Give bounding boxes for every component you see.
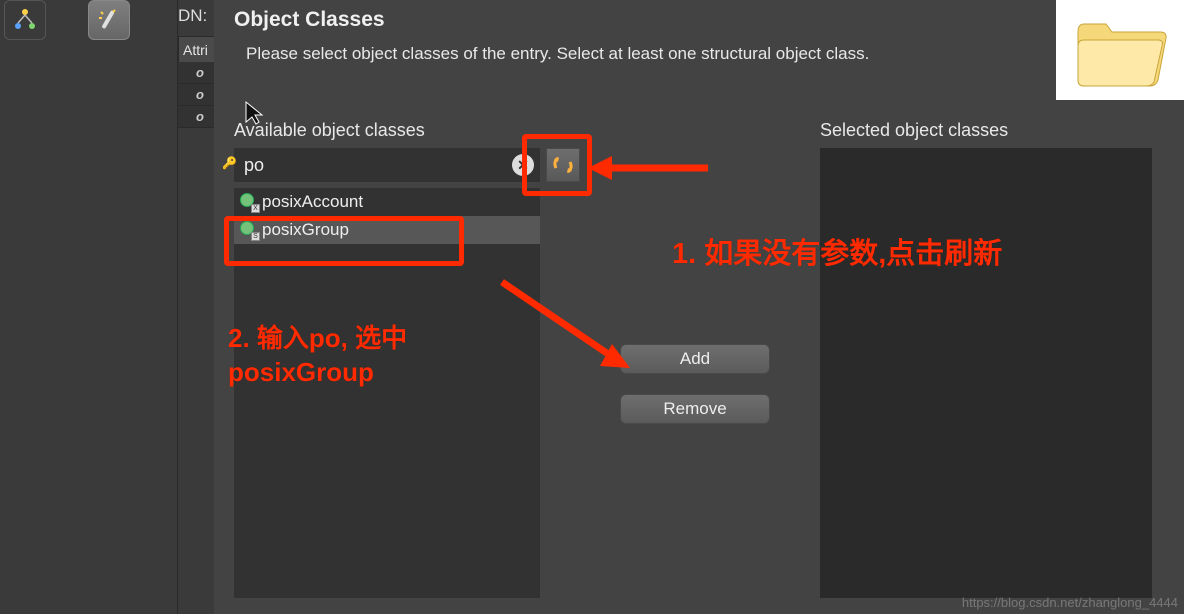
list-item-posixgroup[interactable]: S posixGroup	[234, 216, 540, 244]
refresh-button[interactable]	[546, 148, 580, 182]
annotation-text-1: 1. 如果没有参数,点击刷新	[672, 236, 1002, 274]
selected-list[interactable]	[820, 148, 1152, 598]
clear-search-button[interactable]: ✕	[512, 154, 534, 176]
annotation-text-2: 2. 输入po, 选中 posixGroup	[228, 322, 407, 390]
dialog-subtitle: Please select object classes of the entr…	[246, 44, 869, 64]
background-rows: o o o	[178, 62, 216, 128]
search-input[interactable]	[234, 155, 512, 176]
selected-label: Selected object classes	[820, 120, 1008, 141]
tree-tool-button[interactable]	[4, 0, 46, 40]
attributes-tab[interactable]: Attri	[178, 36, 216, 62]
bg-row: o	[178, 84, 216, 106]
remove-button[interactable]: Remove	[620, 394, 770, 424]
bg-row: o	[178, 62, 216, 84]
key-icon: 🔑	[222, 156, 237, 170]
available-list[interactable]: X posixAccount S posixGroup	[234, 188, 540, 598]
object-class-icon: S	[240, 221, 258, 239]
search-field-wrap: ✕	[234, 148, 540, 182]
toolbar	[4, 0, 130, 40]
dialog-title: Object Classes	[234, 8, 385, 32]
object-classes-dialog: Object Classes Please select object clas…	[214, 0, 1184, 614]
list-item-label: posixAccount	[262, 192, 363, 212]
folder-icon	[1056, 0, 1184, 100]
list-item-posixaccount[interactable]: X posixAccount	[234, 188, 540, 216]
list-item-label: posixGroup	[262, 220, 349, 240]
wand-tool-button[interactable]	[88, 0, 130, 40]
add-button[interactable]: Add	[620, 344, 770, 374]
object-class-icon: X	[240, 193, 258, 211]
watermark: https://blog.csdn.net/zhanglong_4444	[962, 595, 1178, 610]
bg-row: o	[178, 106, 216, 128]
cursor-icon	[244, 100, 266, 126]
dn-label: DN:	[178, 6, 207, 26]
left-sidebar	[0, 0, 178, 614]
